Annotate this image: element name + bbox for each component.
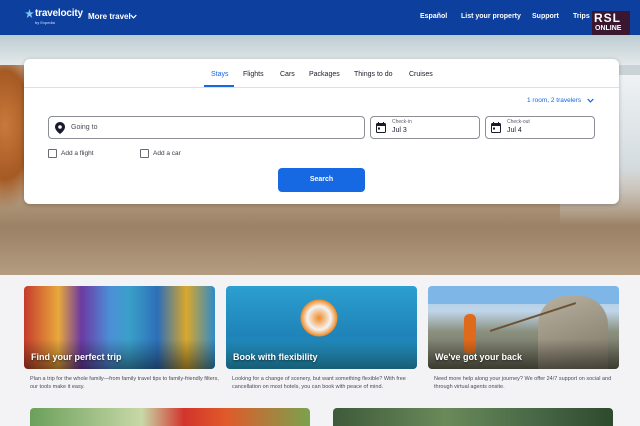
rsl-online-badge: RSL ONLINE xyxy=(592,11,630,35)
promo-title: Find your perfect trip xyxy=(31,352,122,362)
trips-link[interactable]: Trips xyxy=(573,13,590,20)
check-out-field[interactable]: Check-out Jul 4 xyxy=(485,116,595,139)
tab-cars[interactable]: Cars xyxy=(280,71,295,78)
calendar-icon xyxy=(491,122,501,133)
more-travel-menu[interactable]: More travel xyxy=(88,12,131,21)
logo-star-icon xyxy=(25,9,34,18)
check-in-label: Check-in xyxy=(392,119,412,125)
promo-description: Need more help along your journey? We of… xyxy=(434,376,612,390)
language-link[interactable]: Español xyxy=(420,13,447,20)
badge-top-text: RSL xyxy=(594,11,621,25)
check-out-label: Check-out xyxy=(507,119,530,125)
tab-things-to-do[interactable]: Things to do xyxy=(354,71,393,78)
tab-divider xyxy=(24,87,619,88)
going-to-placeholder: Going to xyxy=(71,124,98,131)
list-property-link[interactable]: List your property xyxy=(461,13,521,20)
badge-bottom-text: ONLINE xyxy=(595,25,622,32)
promo-card-flexibility[interactable]: Book with flexibility xyxy=(226,286,417,369)
travelocity-logo[interactable]: travelocity by Expedia xyxy=(25,8,83,28)
check-out-value: Jul 4 xyxy=(507,127,522,134)
tab-stays[interactable]: Stays xyxy=(211,71,229,78)
promo-card-support[interactable]: We've got your back xyxy=(428,286,619,369)
promo-description: Plan a trip for the whole family—from fa… xyxy=(30,376,219,390)
tab-packages[interactable]: Packages xyxy=(309,71,340,78)
chevron-down-icon[interactable] xyxy=(587,97,594,104)
promo-card-perfect-trip[interactable]: Find your perfect trip xyxy=(24,286,215,369)
check-in-value: Jul 3 xyxy=(392,127,407,134)
check-in-field[interactable]: Check-in Jul 3 xyxy=(370,116,480,139)
top-navigation: travelocity by Expedia More travel Españ… xyxy=(0,0,640,35)
search-card: Stays Flights Cars Packages Things to do… xyxy=(24,59,619,204)
promo-title: Book with flexibility xyxy=(233,352,318,362)
lower-promo-image[interactable] xyxy=(30,408,310,426)
add-car-checkbox[interactable] xyxy=(140,149,149,158)
logo-subtitle: by Expedia xyxy=(35,20,55,25)
tab-flights[interactable]: Flights xyxy=(243,71,264,78)
logo-text: travelocity xyxy=(35,8,83,19)
lower-promo-image[interactable] xyxy=(333,408,613,426)
calendar-icon xyxy=(376,122,386,133)
going-to-field[interactable]: Going to xyxy=(48,116,365,139)
promo-title: We've got your back xyxy=(435,352,522,362)
add-flight-label[interactable]: Add a flight xyxy=(61,150,94,157)
tab-cruises[interactable]: Cruises xyxy=(409,71,433,78)
support-link[interactable]: Support xyxy=(532,13,559,20)
add-car-label[interactable]: Add a car xyxy=(153,150,181,157)
promo-description: Looking for a change of scenery, but wan… xyxy=(232,376,406,390)
travelers-selector[interactable]: 1 room, 2 travelers xyxy=(527,97,581,104)
search-button[interactable]: Search xyxy=(278,168,365,192)
add-flight-checkbox[interactable] xyxy=(48,149,57,158)
location-pin-icon xyxy=(55,122,65,134)
chevron-down-icon[interactable] xyxy=(130,13,137,20)
